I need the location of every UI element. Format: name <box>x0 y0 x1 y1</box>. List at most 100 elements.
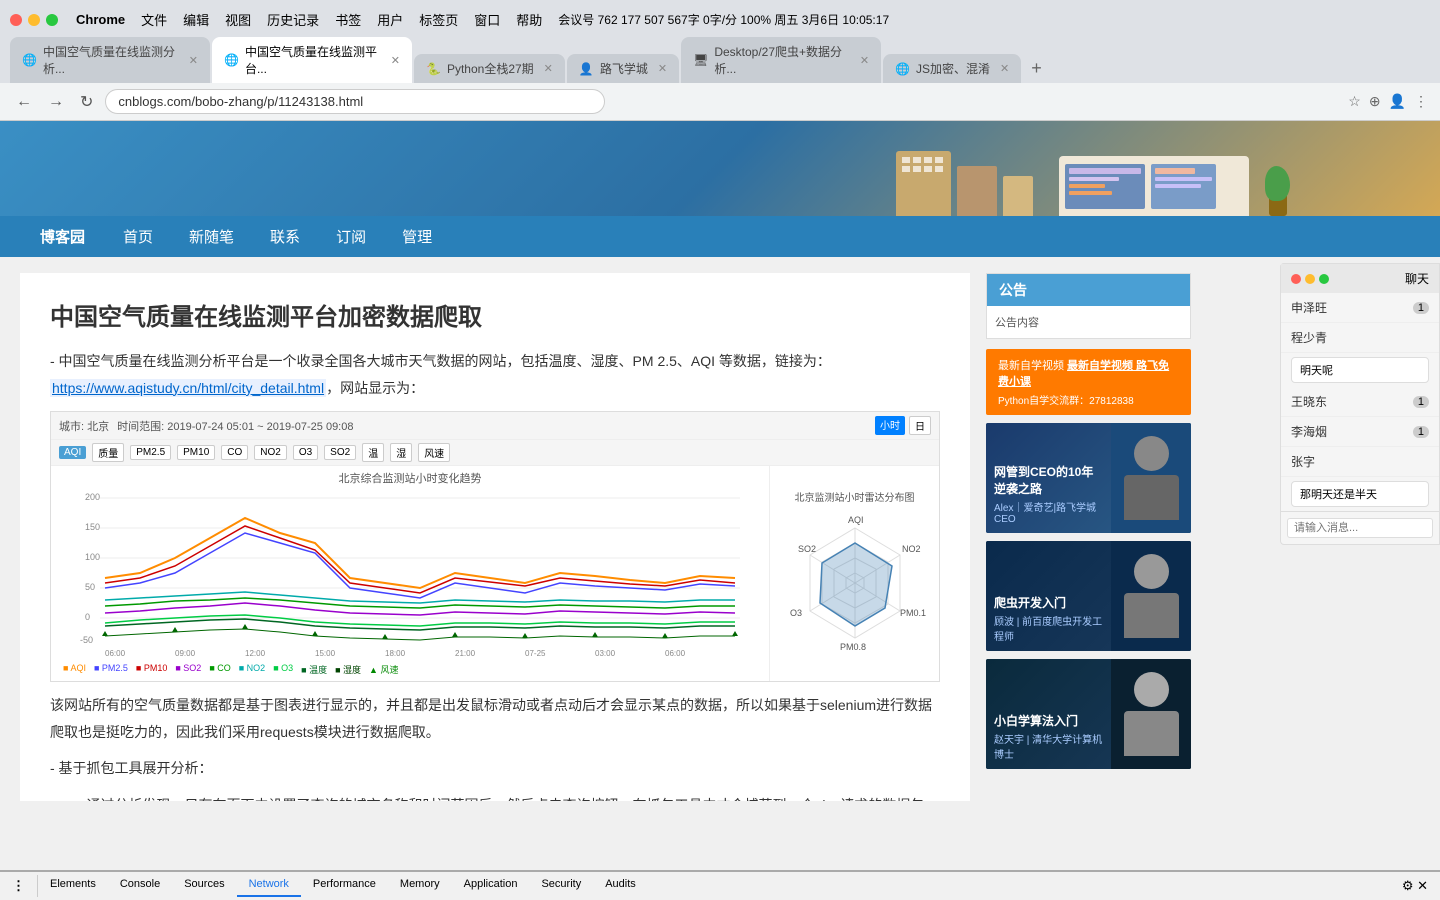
content-area: 中国空气质量在线监测平台加密数据爬取 - 中国空气质量在线监测分析平台是一个收录… <box>20 273 970 801</box>
tab-close[interactable]: ✕ <box>860 54 869 67</box>
card-sub-1: Alex｜爱奇艺|路飞学城CEO <box>994 499 1103 525</box>
extensions-icon[interactable]: ⊕ <box>1369 93 1381 110</box>
tab-label: Python全栈27期 <box>447 60 534 77</box>
chrome-menu[interactable]: Chrome <box>76 12 125 27</box>
tab-co[interactable]: CO <box>221 445 248 460</box>
user-menu[interactable]: 用户 <box>377 10 403 29</box>
chat-user-2[interactable]: 程少青 <box>1281 323 1439 353</box>
tab-3[interactable]: 🐍 Python全栈27期 ✕ <box>414 54 565 83</box>
tab-close[interactable]: ✕ <box>391 54 400 67</box>
view-menu[interactable]: 视图 <box>225 10 251 29</box>
card-title-2: 爬虫开发入门 <box>994 594 1103 611</box>
window-menu[interactable]: 窗口 <box>474 10 500 29</box>
new-tab-button[interactable]: + <box>1023 54 1050 83</box>
edit-menu[interactable]: 编辑 <box>183 10 209 29</box>
tab-favicon: 🌐 <box>895 62 910 76</box>
tab-2[interactable]: 🌐 中国空气质量在线监测平台... ✕ <box>212 37 412 83</box>
tab-6[interactable]: 🌐 JS加密、混淆 ✕ <box>883 54 1021 83</box>
tab-close[interactable]: ✕ <box>658 62 667 75</box>
article-link[interactable]: https://www.aqistudy.cn/html/city_detail… <box>50 379 326 397</box>
devtools-tab-performance[interactable]: Performance <box>301 875 388 897</box>
tab-so2[interactable]: SO2 <box>324 445 356 460</box>
devtools-tab-security[interactable]: Security <box>529 875 593 897</box>
more-menu-icon[interactable]: ⋮ <box>1414 93 1428 110</box>
devtools-tab-sources[interactable]: Sources <box>172 875 236 897</box>
radar-chart-area: 北京监测站小时雷达分布图 AQI <box>769 466 939 681</box>
tab-close[interactable]: ✕ <box>189 54 198 67</box>
tab-pm25[interactable]: PM2.5 <box>130 445 171 460</box>
chat-user-3[interactable]: 王晓东 1 <box>1281 387 1439 417</box>
radar-chart-svg: AQI NO2 PM0.1 PM0.8 O3 SO2 <box>780 508 930 658</box>
forward-button[interactable]: → <box>44 91 68 113</box>
reload-button[interactable]: ↻ <box>76 90 97 114</box>
tab-no2[interactable]: NO2 <box>254 445 287 460</box>
tabs-menu[interactable]: 标签页 <box>419 10 458 29</box>
chat-user-1[interactable]: 申泽旺 1 <box>1281 293 1439 323</box>
nav-contact[interactable]: 联系 <box>252 216 318 257</box>
tab-label: 路飞学城 <box>600 60 648 77</box>
tab-label: 中国空气质量在线监测平台... <box>245 43 381 77</box>
chat-user-4[interactable]: 李海烟 1 <box>1281 417 1439 447</box>
tab-1[interactable]: 🌐 中国空气质量在线监测分析... ✕ <box>10 37 210 83</box>
tab-4[interactable]: 👤 路飞学城 ✕ <box>567 54 679 83</box>
nav-manage[interactable]: 管理 <box>384 216 450 257</box>
person-card-alex[interactable]: 网管到CEO的10年逆袭之路 Alex｜爱奇艺|路飞学城CEO <box>986 423 1191 533</box>
history-menu[interactable]: 历史记录 <box>267 10 319 29</box>
devtools-tab-memory[interactable]: Memory <box>388 875 452 897</box>
promo-banner: 最新自学视频 最新自学视频 路飞免费小课 Python自学交流群：2781283… <box>986 349 1191 415</box>
toolbar-icons: ☆ ⊕ 👤 ⋮ <box>1348 93 1428 110</box>
person-card-algo[interactable]: 小白学算法入门 赵天宇 | 清华大学计算机博士 <box>986 659 1191 769</box>
devtools-tab-network[interactable]: Network <box>237 875 301 897</box>
small-chart-btn[interactable]: 小时 <box>875 416 905 435</box>
devtools-tab-application[interactable]: Application <box>452 875 530 897</box>
promo-sub: Python自学交流群：27812838 <box>998 392 1179 407</box>
chat-bubble-1: 明天呢 <box>1291 357 1429 383</box>
devtools-tab-elements[interactable]: Elements <box>38 875 108 897</box>
nav-subscribe[interactable]: 订阅 <box>318 216 384 257</box>
nav-bokeyuan[interactable]: 博客园 <box>20 216 105 257</box>
sidebar: 公告 公告内容 最新自学视频 最新自学视频 路飞免费小课 Python自学交流群… <box>986 273 1191 801</box>
tab-close[interactable]: ✕ <box>544 62 553 75</box>
close-button[interactable] <box>10 14 22 26</box>
tab-wind[interactable]: 风速 <box>418 443 450 462</box>
tab-humid[interactable]: 湿 <box>390 443 412 462</box>
person-card-crawler[interactable]: 爬虫开发入门 顾波 | 前百度爬虫开发工程师 <box>986 541 1191 651</box>
minimize-button[interactable] <box>28 14 40 26</box>
back-button[interactable]: ← <box>12 91 36 113</box>
announcement-body: 公告内容 <box>987 306 1190 338</box>
nav-new-post[interactable]: 新随笔 <box>171 216 252 257</box>
maximize-button[interactable] <box>46 14 58 26</box>
bookmarks-menu[interactable]: 书签 <box>335 10 361 29</box>
devtools-tab-console[interactable]: Console <box>108 875 172 897</box>
chat-input[interactable] <box>1287 518 1433 538</box>
nav-home[interactable]: 首页 <box>105 216 171 257</box>
tab-close[interactable]: ✕ <box>1000 62 1009 75</box>
devtools-tab-audits[interactable]: Audits <box>593 875 648 897</box>
tab-5[interactable]: 🖥 Desktop/27爬虫+数据分析... ✕ <box>681 37 881 83</box>
address-input[interactable] <box>105 89 605 114</box>
tab-quality[interactable]: 质量 <box>92 443 124 462</box>
bookmark-icon[interactable]: ☆ <box>1348 93 1361 110</box>
promo-text: 最新自学视频 最新自学视频 路飞免费小课 <box>998 357 1179 389</box>
svg-text:09:00: 09:00 <box>175 649 196 658</box>
menu-bar: Chrome 文件 编辑 视图 历史记录 书签 用户 标签页 窗口 帮助 会议号… <box>66 8 899 31</box>
tab-favicon: 🖥 <box>693 53 708 67</box>
day-chart-btn[interactable]: 日 <box>909 416 931 435</box>
tab-temp[interactable]: 温 <box>362 443 384 462</box>
card-sub-2: 顾波 | 前百度爬虫开发工程师 <box>994 613 1103 643</box>
blog-header <box>0 121 1440 216</box>
help-menu[interactable]: 帮助 <box>516 10 542 29</box>
svg-text:12:00: 12:00 <box>245 649 266 658</box>
chat-input-area <box>1281 511 1439 544</box>
tab-pm10[interactable]: PM10 <box>177 445 215 460</box>
tab-aqi[interactable]: AQI <box>59 446 86 459</box>
chat-user-5[interactable]: 张字 <box>1281 447 1439 477</box>
tab-favicon: 👤 <box>579 62 594 76</box>
tab-o3[interactable]: O3 <box>293 445 318 460</box>
main-layout: 中国空气质量在线监测平台加密数据爬取 - 中国空气质量在线监测分析平台是一个收录… <box>0 257 1440 817</box>
chat-bubble-2: 那明天还是半天 <box>1291 481 1429 507</box>
devtools-drag[interactable]: ⋮ <box>0 875 38 897</box>
file-menu[interactable]: 文件 <box>141 10 167 29</box>
article-para2: - 基于抓包工具展开分析： <box>50 755 940 782</box>
account-icon[interactable]: 👤 <box>1389 93 1406 110</box>
